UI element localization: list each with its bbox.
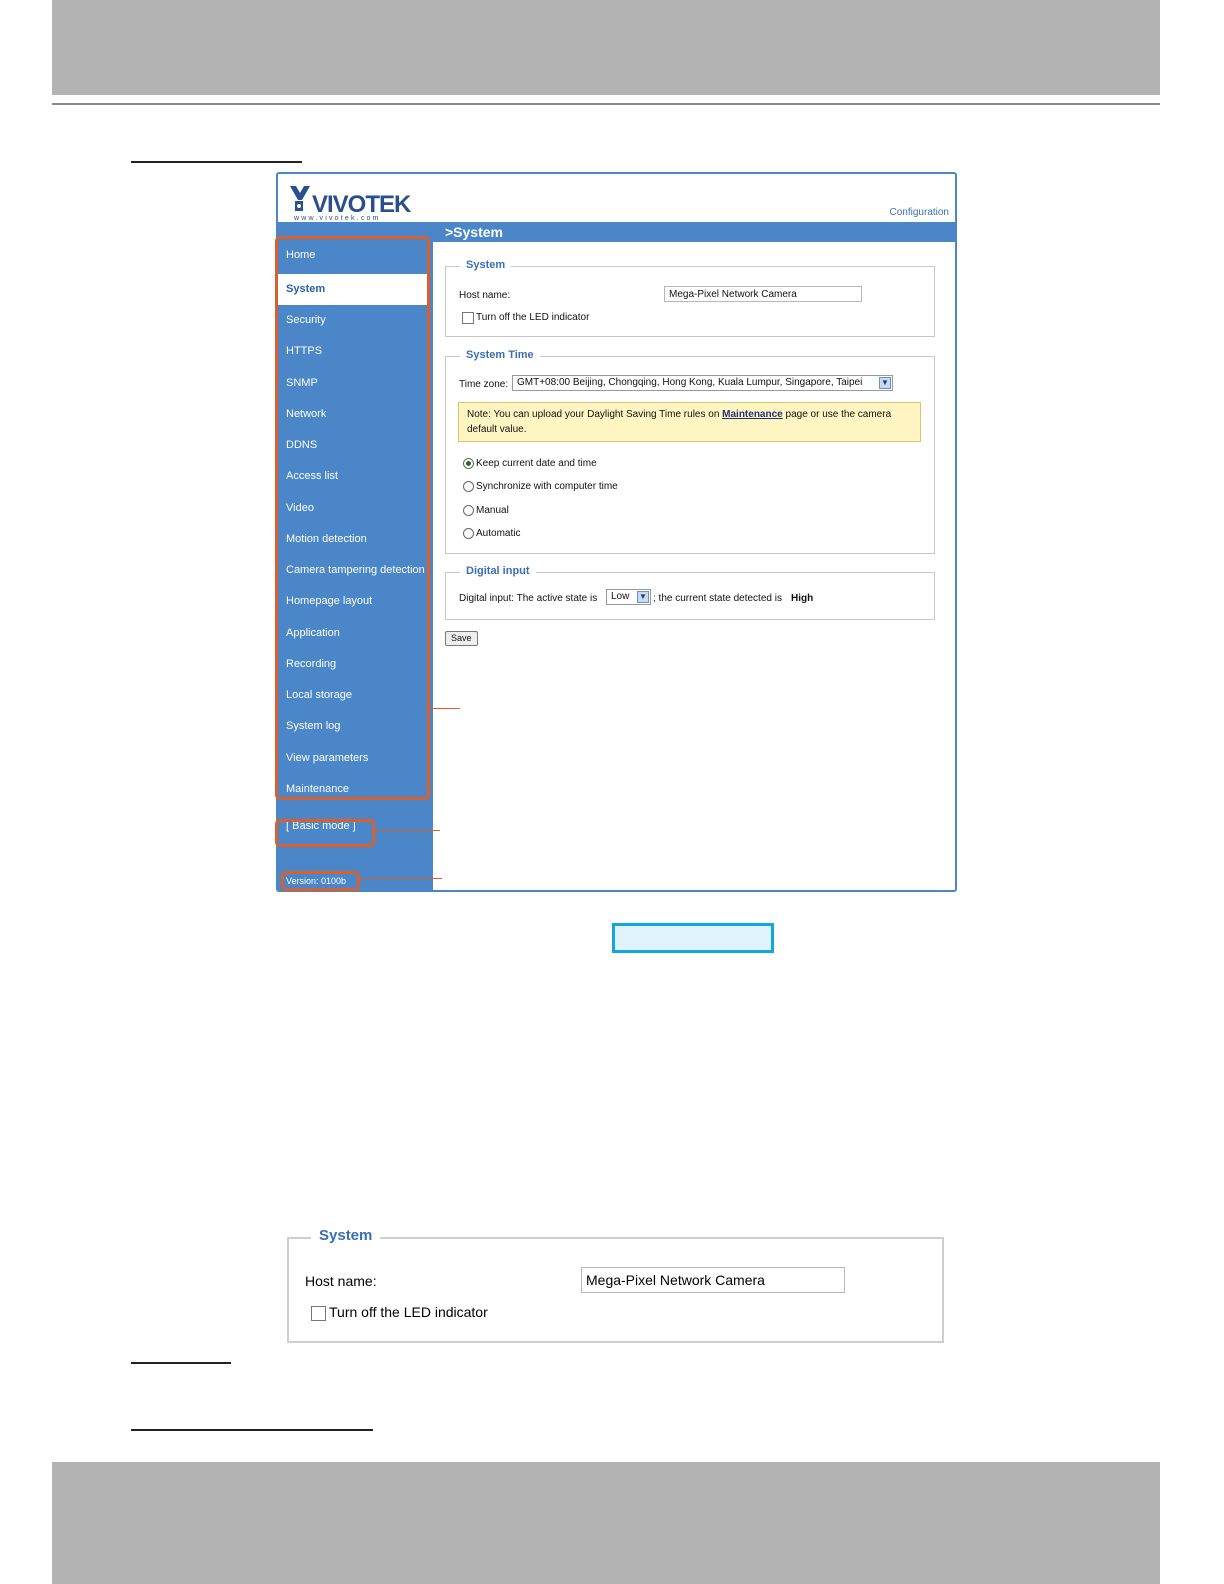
option-sync-computer: Synchronize with computer time — [476, 481, 618, 492]
active-state-select[interactable]: Low ▼ — [606, 589, 651, 605]
current-state-value: High — [791, 593, 814, 604]
host-name-label: Host name: — [459, 290, 511, 301]
maintenance-link[interactable]: Maintenance — [722, 409, 783, 420]
system-legend: System — [460, 259, 512, 271]
time-zone-value: GMT+08:00 Beijing, Chongqing, Hong Kong,… — [517, 377, 863, 388]
footer-band — [52, 1462, 1160, 1584]
configuration-link[interactable]: Configuration — [890, 207, 949, 218]
version-highlight-box — [281, 871, 360, 891]
host-name-input[interactable]: Mega-Pixel Network Camera — [664, 286, 862, 302]
radio-automatic[interactable] — [463, 528, 474, 539]
time-zone-label: Time zone: — [459, 379, 509, 390]
system-time-legend: System Time — [460, 349, 540, 361]
host-name-label-zoom: Host name: — [305, 1273, 377, 1289]
header-band — [52, 0, 1160, 95]
option-keep-current: Keep current date and time — [476, 458, 597, 469]
header-rule — [52, 103, 1160, 105]
save-button[interactable]: Save — [445, 631, 478, 646]
note-text: Note: You can upload your Daylight Savin… — [467, 409, 723, 420]
digital-input-text: Digital input: The active state is — [459, 593, 598, 604]
current-state-text: ; the current state detected is — [653, 593, 782, 604]
system-fieldset-zoom: System Host name: Mega-Pixel Network Cam… — [287, 1227, 944, 1343]
settings-content: System Host name: Mega-Pixel Network Cam… — [433, 242, 955, 890]
system-fieldset: System Host name: Mega-Pixel Network Cam… — [445, 259, 935, 337]
vivotek-logo: VIVOTEK www.vivotek.com — [290, 186, 413, 222]
radio-keep-current[interactable] — [463, 458, 474, 469]
radio-manual[interactable] — [463, 505, 474, 516]
svg-text:VIVOTEK: VIVOTEK — [312, 191, 412, 218]
chevron-down-icon: ▼ — [637, 591, 649, 603]
svg-text:www.vivotek.com: www.vivotek.com — [293, 215, 381, 222]
option-manual: Manual — [476, 505, 509, 516]
led-checkbox-zoom[interactable] — [311, 1306, 326, 1321]
mode-highlight-box — [275, 819, 375, 847]
callout-line-menu — [430, 708, 460, 709]
callout-box — [612, 923, 774, 953]
section-heading-rule-2 — [131, 1362, 231, 1364]
led-label: Turn off the LED indicator — [476, 312, 590, 323]
section-heading-rule-3 — [131, 1429, 373, 1431]
led-checkbox[interactable] — [462, 312, 474, 324]
page-title: >System — [433, 222, 955, 242]
callout-line-version — [357, 878, 442, 879]
option-automatic: Automatic — [476, 528, 521, 539]
radio-sync-computer[interactable] — [463, 481, 474, 492]
digital-input-legend: Digital input — [460, 565, 536, 577]
chevron-down-icon: ▼ — [879, 377, 891, 389]
dst-note: Note: You can upload your Daylight Savin… — [458, 402, 921, 442]
menu-highlight-box — [275, 236, 430, 800]
callout-line-mode — [372, 830, 440, 831]
system-legend-zoom: System — [311, 1227, 381, 1244]
time-zone-select[interactable]: GMT+08:00 Beijing, Chongqing, Hong Kong,… — [512, 375, 893, 391]
led-label-zoom: Turn off the LED indicator — [329, 1304, 488, 1320]
digital-input-fieldset: Digital input Digital input: The active … — [445, 565, 935, 620]
active-state-value: Low — [611, 591, 630, 602]
system-time-fieldset: System Time Time zone: GMT+08:00 Beijing… — [445, 349, 935, 554]
section-heading-rule-1 — [131, 161, 302, 163]
host-name-input-zoom[interactable]: Mega-Pixel Network Camera — [581, 1267, 845, 1293]
